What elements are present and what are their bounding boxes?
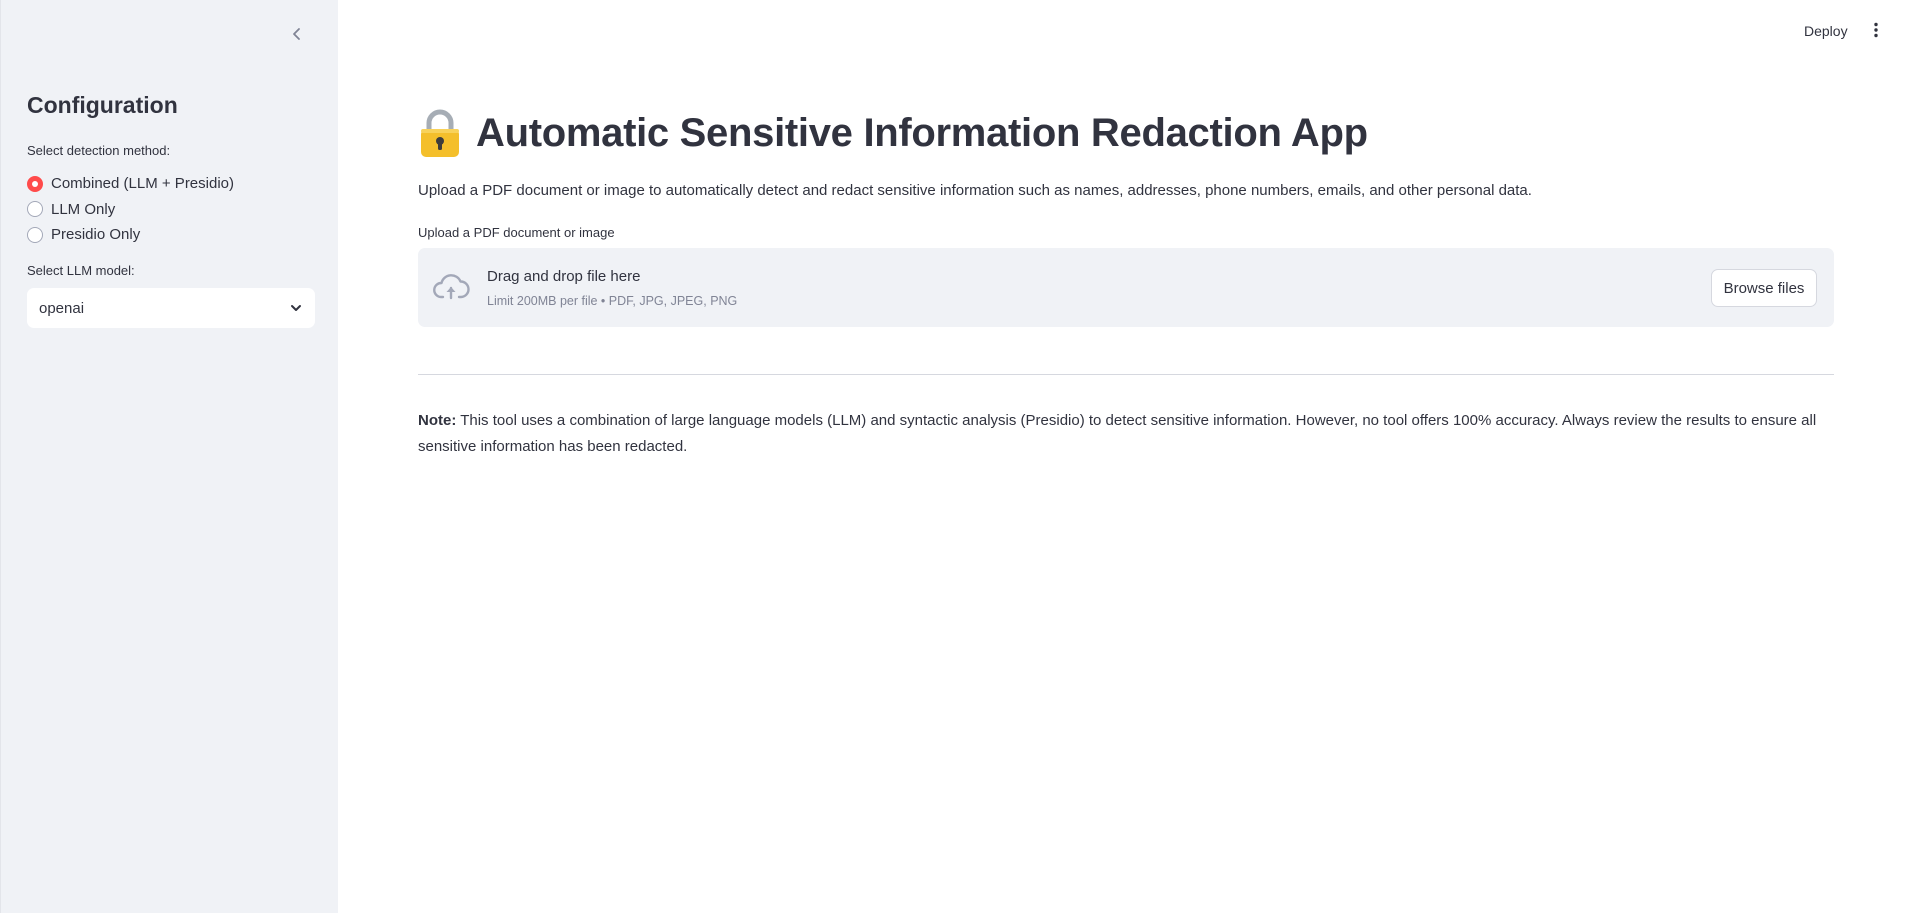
page-description: Upload a PDF document or image to automa… [418,182,1532,199]
file-dropzone[interactable]: Drag and drop file here Limit 200MB per … [418,248,1834,327]
radio-label: Combined (LLM + Presidio) [51,175,234,193]
uploader-label: Upload a PDF document or image [418,225,615,240]
divider [418,374,1834,375]
kebab-menu-icon [1874,22,1878,38]
chevron-down-icon [291,305,301,311]
lock-icon [421,109,459,157]
detection-method-radio-group: Combined (LLM + Presidio) LLM Only Presi… [27,171,234,248]
sidebar-collapse-button[interactable] [285,22,309,46]
radio-label: Presidio Only [51,226,141,244]
llm-model-select[interactable]: openai [27,288,315,328]
note-prefix: Note: [418,412,457,429]
radio-llm-only[interactable]: LLM Only [27,197,234,223]
page-title-text: Automatic Sensitive Information Redactio… [476,110,1368,155]
llm-model-label: Select LLM model: [27,263,135,278]
radio-checked-icon [27,175,43,192]
llm-model-value: openai [39,299,85,317]
drop-text: Drag and drop file here [487,268,641,285]
app-root: Configuration Select detection method: C… [0,0,1917,913]
page-title: Automatic Sensitive Information Redactio… [418,108,1368,158]
radio-combined[interactable]: Combined (LLM + Presidio) [27,171,234,197]
disclaimer-note: Note: This tool uses a combination of la… [418,408,1834,460]
radio-label: LLM Only [51,200,116,218]
cloud-upload-icon [433,274,470,300]
main-content: Automatic Sensitive Information Redactio… [418,0,1834,913]
chevron-left-icon [293,28,300,40]
radio-presidio-only[interactable]: Presidio Only [27,222,234,248]
note-text: This tool uses a combination of large la… [418,412,1817,455]
sidebar: Configuration Select detection method: C… [0,0,338,913]
browse-files-button[interactable]: Browse files [1711,269,1817,307]
main-menu-button[interactable] [1866,18,1886,42]
detection-method-label: Select detection method: [27,143,171,158]
sidebar-title: Configuration [27,92,178,118]
radio-unchecked-icon [27,226,43,243]
radio-unchecked-icon [27,201,43,218]
upload-limit-text: Limit 200MB per file • PDF, JPG, JPEG, P… [487,294,738,308]
